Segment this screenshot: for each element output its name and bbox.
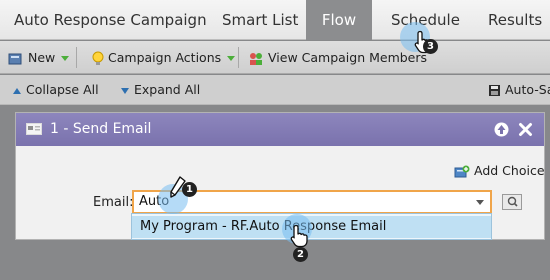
tab-smart-list[interactable]: Smart List — [222, 0, 298, 40]
move-up-icon[interactable] — [494, 122, 509, 137]
chevron-down-icon — [61, 56, 70, 61]
step-badge: 3 — [423, 39, 438, 54]
toolbar: New Campaign Actions View Campaign Membe… — [0, 41, 550, 74]
expand-all-label: Expand All — [134, 82, 201, 97]
campaign-actions-button[interactable]: Campaign Actions — [92, 41, 236, 74]
add-choice-button[interactable]: Add Choice — [454, 163, 545, 179]
collapse-all-button[interactable]: Collapse All — [12, 75, 99, 105]
view-campaign-members-button[interactable]: View Campaign Members — [248, 41, 427, 74]
tab-bar: Auto Response Campaign Smart List Flow S… — [0, 0, 550, 40]
hand-cursor-icon — [290, 224, 308, 248]
members-icon — [250, 52, 262, 65]
tab-auto-response-campaign[interactable]: Auto Response Campaign — [14, 0, 207, 40]
toolbar-divider — [238, 47, 239, 68]
triangle-up-icon — [13, 87, 21, 94]
save-icon — [489, 85, 500, 96]
lightbulb-icon — [92, 51, 104, 65]
flow-controls-row: Collapse All Expand All Auto-Sav — [0, 75, 550, 105]
step-badge: 2 — [293, 247, 308, 262]
triangle-down-icon — [121, 87, 129, 94]
auto-save-toggle[interactable]: Auto-Sav — [488, 75, 550, 105]
add-choice-icon — [454, 165, 470, 177]
tab-results[interactable]: Results — [488, 0, 542, 40]
collapse-all-label: Collapse All — [26, 82, 99, 97]
view-campaign-members-label: View Campaign Members — [268, 50, 428, 65]
campaign-actions-label: Campaign Actions — [108, 50, 222, 65]
auto-save-label: Auto-Sav — [505, 82, 550, 97]
email-icon — [26, 123, 42, 135]
chevron-down-icon — [227, 56, 236, 61]
expand-all-button[interactable]: Expand All — [120, 75, 200, 105]
new-button[interactable]: New — [8, 41, 70, 74]
close-icon[interactable] — [518, 122, 533, 137]
chevron-down-icon[interactable] — [476, 200, 484, 205]
lookup-icon[interactable] — [502, 194, 522, 210]
flow-step-title: 1 - Send Email — [50, 121, 152, 137]
new-label: New — [28, 50, 56, 65]
add-choice-label: Add Choice — [474, 163, 545, 178]
toolbar-divider — [76, 47, 77, 68]
tab-flow[interactable]: Flow — [306, 0, 372, 40]
flow-step-header: 1 - Send Email — [16, 113, 544, 146]
new-icon — [8, 53, 22, 64]
email-field-label: Email: — [93, 195, 134, 210]
step-badge: 1 — [182, 182, 197, 197]
